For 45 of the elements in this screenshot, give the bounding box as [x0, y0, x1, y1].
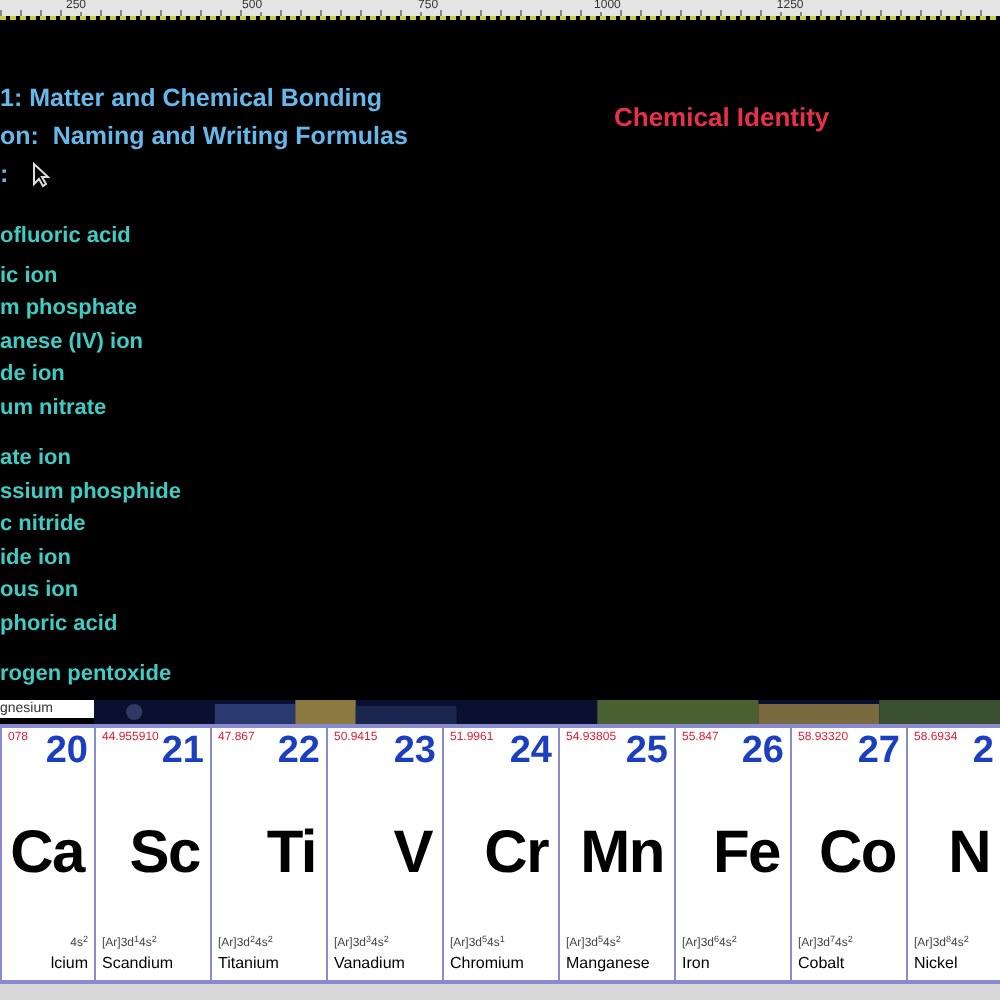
element-name: Scandium [102, 956, 176, 972]
element-symbol: V [393, 824, 432, 884]
list-item: phoric acid [0, 609, 120, 639]
slide-title: Chemical Identity [614, 100, 830, 136]
element-name: Nickel [914, 956, 960, 972]
atomic-number: 21 [161, 732, 204, 770]
element-symbol: N [948, 824, 990, 884]
atomic-number: 2 [972, 732, 994, 770]
atomic-number: 23 [393, 732, 436, 770]
element-name: Chromium [450, 956, 526, 972]
list-item: m phosphate [0, 294, 139, 324]
atomic-number: 26 [741, 732, 784, 770]
atomic-number: 20 [45, 732, 88, 770]
list-item: anese (IV) ion [0, 327, 146, 357]
element-symbol: Ti [266, 824, 316, 884]
list-item: ofluoric acid [0, 222, 133, 252]
atomic-number: 25 [625, 732, 668, 770]
element-symbol: Ca [10, 824, 84, 884]
atomic-number: 27 [857, 732, 900, 770]
list-item: ide ion [0, 543, 73, 573]
list-item: um nitrate [0, 393, 109, 423]
element-name: Cobalt [798, 956, 847, 972]
heading-line: 1: Matter and Chemical Bonding [0, 82, 382, 117]
element-name: Iron [682, 956, 712, 972]
heading-line: on: Naming and Writing Formulas [0, 120, 408, 155]
list-item: ate ion [0, 444, 73, 474]
element-symbol: Cr [484, 824, 548, 884]
element-name: Titanium [218, 956, 281, 972]
cursor-icon [32, 162, 51, 188]
element-symbol: Sc [129, 824, 200, 884]
element-symbol: Fe [712, 824, 780, 884]
list-item: ous ion [0, 576, 81, 606]
atomic-number: 24 [509, 732, 552, 770]
atomic-number: 22 [277, 732, 320, 770]
list-item: rogen pentoxide [0, 660, 174, 690]
element-symbol: Co [819, 824, 896, 884]
element-symbol: Mn [580, 824, 664, 884]
list-item: ssium phosphide [0, 477, 183, 507]
list-item: c nitride [0, 510, 88, 540]
element-name: Vanadium [334, 956, 407, 972]
list-item: de ion [0, 360, 67, 390]
element-name: lcium [50, 956, 88, 972]
heading-line: : [0, 158, 9, 193]
element-name: Manganese [566, 956, 652, 972]
list-item: ic ion [0, 261, 60, 291]
